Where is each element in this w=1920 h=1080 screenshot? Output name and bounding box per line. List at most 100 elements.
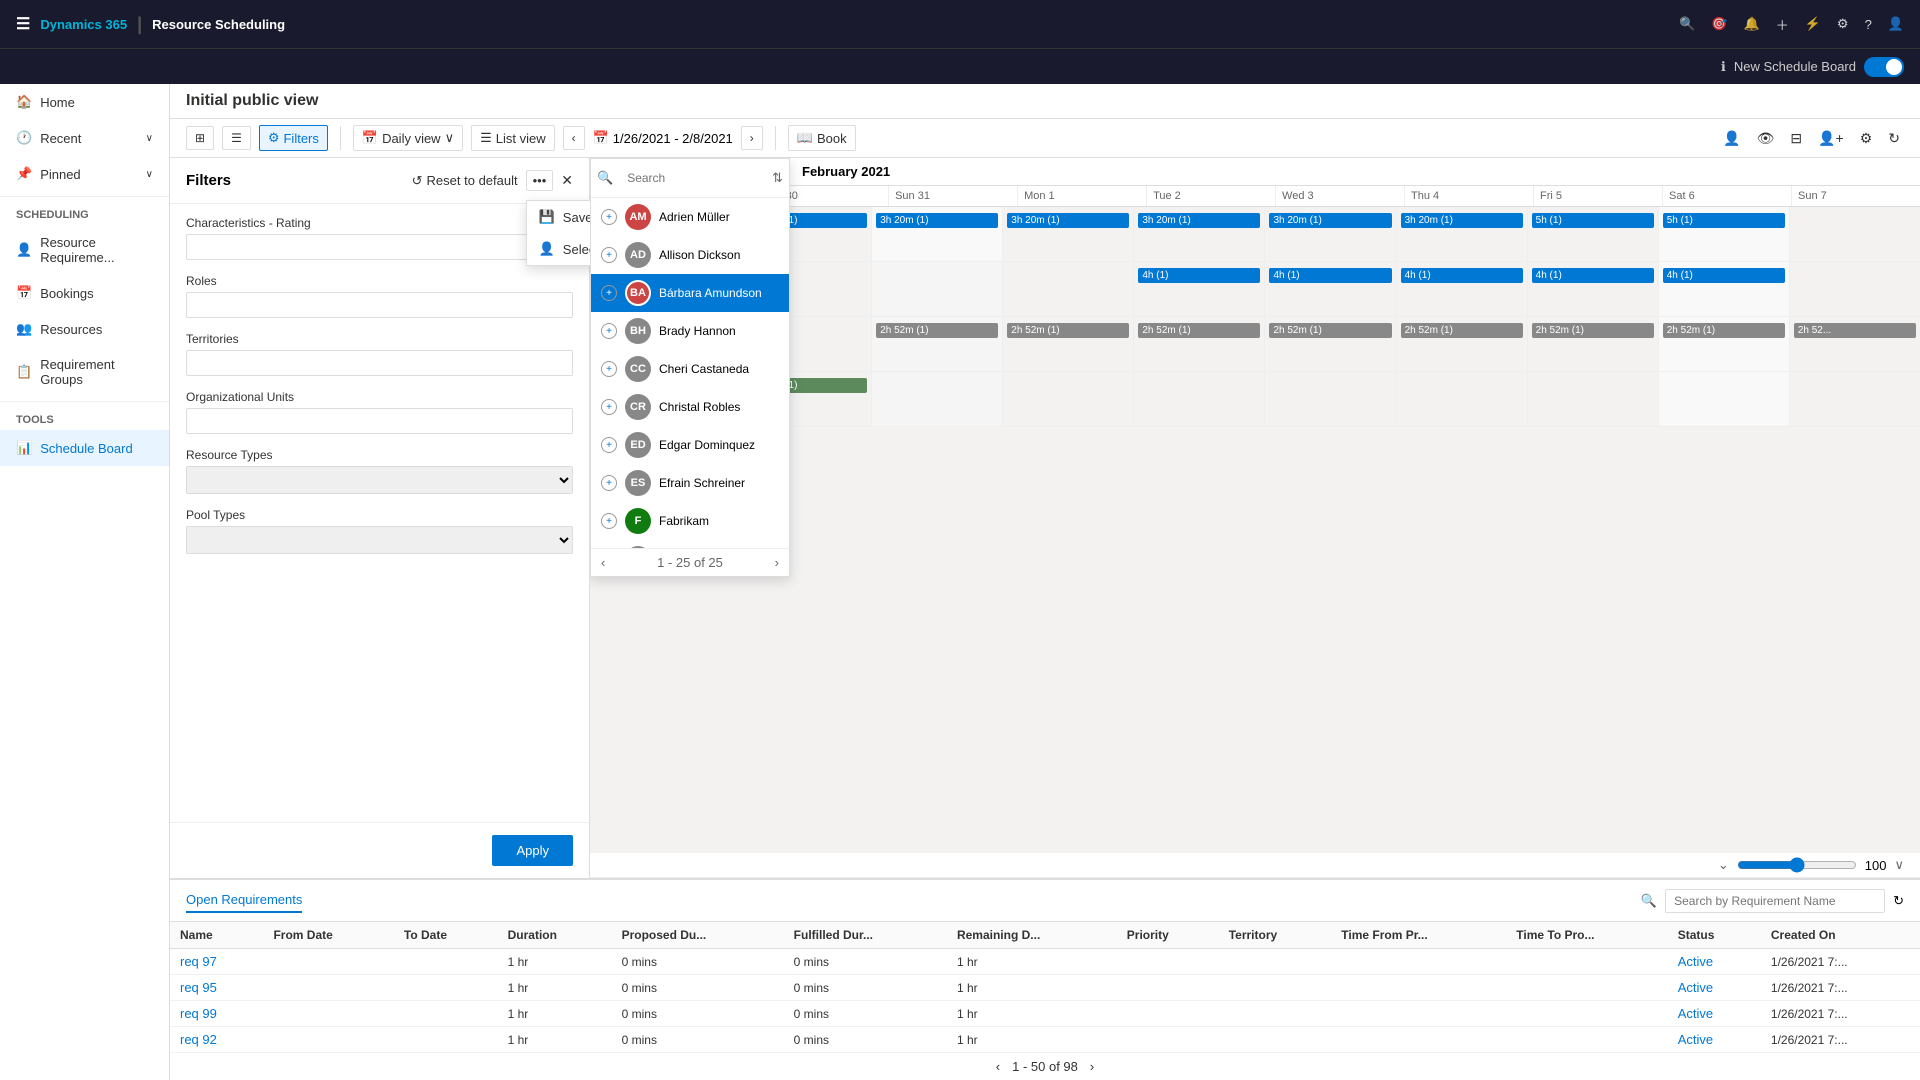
filters-button[interactable]: ⚙ Filters — [259, 125, 328, 151]
booking-block[interactable]: 2h 52m (1) — [1663, 323, 1785, 338]
booking-block[interactable]: 4h (1) — [1138, 268, 1260, 283]
sidebar-item-requirement-groups[interactable]: 📋 Requirement Groups — [0, 347, 169, 397]
org-units-input[interactable] — [186, 408, 573, 434]
requirement-name-link[interactable]: req 99 — [180, 1006, 217, 1021]
settings-icon[interactable]: ⚙ — [1837, 16, 1849, 32]
sidebar-item-schedule-board[interactable]: 📊 Schedule Board — [0, 430, 169, 466]
prev-date-button[interactable]: ‹ — [563, 126, 585, 150]
bell-icon[interactable]: 🔔 — [1744, 16, 1760, 32]
booking-block[interactable]: 2h 52m (1) — [1007, 323, 1129, 338]
open-requirements-tab[interactable]: Open Requirements — [186, 888, 302, 913]
daily-view-button[interactable]: 📅 Daily view ∨ — [353, 125, 463, 151]
roles-input[interactable] — [186, 292, 573, 318]
booking-block[interactable]: 5h (1) — [1532, 213, 1654, 228]
reset-to-default-button[interactable]: ↺ Reset to default — [412, 173, 518, 189]
sidebar-item-resource-requirements[interactable]: 👤 Resource Requireme... — [0, 225, 169, 275]
people-search-input[interactable] — [617, 163, 768, 193]
status-badge[interactable]: Active — [1678, 980, 1713, 995]
settings-board-button[interactable]: ⚙ — [1856, 126, 1877, 151]
booking-block[interactable]: 2h 52m (1) — [1401, 323, 1523, 338]
next-people-button[interactable]: › — [775, 555, 779, 570]
book-button[interactable]: 📖 Book — [788, 125, 856, 151]
add-person-icon: + — [601, 361, 617, 377]
prev-req-page-button[interactable]: ‹ — [996, 1059, 1000, 1074]
status-badge[interactable]: Active — [1678, 1006, 1713, 1021]
pool-types-select[interactable] — [186, 526, 573, 554]
cell-priority — [1117, 1001, 1219, 1027]
search-icon[interactable]: 🔍 — [1679, 16, 1695, 32]
people-item[interactable]: +CCCheri Castaneda — [591, 350, 789, 388]
status-badge[interactable]: Active — [1678, 1032, 1713, 1047]
refresh-requirements-button[interactable]: ↻ — [1893, 893, 1904, 909]
booking-block[interactable]: 2h 52m (1) — [1269, 323, 1391, 338]
list-icon-button[interactable]: ☰ — [222, 126, 251, 150]
day-col-31: Sun 31 — [889, 186, 1018, 206]
requirement-name-link[interactable]: req 97 — [180, 954, 217, 969]
sidebar-item-bookings[interactable]: 📅 Bookings — [0, 275, 169, 311]
refresh-board-button[interactable]: ↻ — [1884, 126, 1904, 151]
next-req-page-button[interactable]: › — [1090, 1059, 1094, 1074]
characteristics-input[interactable] — [186, 234, 573, 260]
person-add-button[interactable]: 👤+ — [1814, 126, 1848, 151]
more-options-button[interactable]: ••• — [526, 170, 554, 191]
close-filter-button[interactable]: ✕ — [561, 172, 573, 189]
status-badge[interactable]: Active — [1678, 954, 1713, 969]
resource-selector-button[interactable]: 👤 — [1719, 126, 1744, 151]
hamburger-icon[interactable]: ☰ — [16, 14, 30, 34]
sidebar-item-recent[interactable]: 🕐 Recent ∨ — [0, 120, 169, 156]
plus-icon[interactable]: ＋ — [1776, 15, 1789, 34]
sidebar-item-home[interactable]: 🏠 Home — [0, 84, 169, 120]
people-item[interactable]: +BHBrady Hannon — [591, 312, 789, 350]
booking-block[interactable]: 2h 52... — [1794, 323, 1916, 338]
prev-people-button[interactable]: ‹ — [601, 555, 605, 570]
booking-block[interactable]: 3h 20m (1) — [1269, 213, 1391, 228]
zoom-row: ⌄ 100 ∨ — [590, 853, 1920, 878]
filter-icon[interactable]: ⚡ — [1805, 16, 1821, 32]
user-icon[interactable]: 👤 — [1888, 16, 1904, 32]
col-fulfilled-dur: Fulfilled Dur... — [784, 922, 947, 949]
people-item[interactable]: +EDEdgar Dominquez — [591, 426, 789, 464]
people-item[interactable]: +JDJill David — [591, 540, 789, 548]
sidebar-item-resources[interactable]: 👥 Resources — [0, 311, 169, 347]
booking-block[interactable]: 2h 52m (1) — [1138, 323, 1260, 338]
cell-priority — [1117, 975, 1219, 1001]
grid-view-button[interactable]: ⊞ — [186, 126, 214, 150]
booking-block[interactable]: 3h 20m (1) — [876, 213, 998, 228]
target-icon[interactable]: 🎯 — [1711, 16, 1727, 32]
people-item[interactable]: +ESEfrain Schreiner — [591, 464, 789, 502]
territories-input[interactable] — [186, 350, 573, 376]
new-schedule-toggle-switch[interactable] — [1864, 57, 1904, 77]
collapse-icon[interactable]: ∨ — [1894, 857, 1904, 873]
col-duration: Duration — [498, 922, 612, 949]
booking-block[interactable]: 4h (1) — [1269, 268, 1391, 283]
resource-types-select[interactable] — [186, 466, 573, 494]
booking-block[interactable]: 4h (1) — [1401, 268, 1523, 283]
expand-icon[interactable]: ⌄ — [1718, 857, 1729, 873]
requirements-search-input[interactable] — [1665, 889, 1885, 913]
requirement-name-link[interactable]: req 95 — [180, 980, 217, 995]
booking-block[interactable]: 3h 20m (1) — [1138, 213, 1260, 228]
sidebar-item-pinned[interactable]: 📌 Pinned ∨ — [0, 156, 169, 192]
people-item[interactable]: +BABárbara Amundson — [591, 274, 789, 312]
booking-block[interactable]: 4h (1) — [1663, 268, 1785, 283]
filter-actions: ↺ Reset to default ••• 💾 Save as default — [412, 170, 573, 191]
booking-block[interactable]: 3h 20m (1) — [1401, 213, 1523, 228]
book-icon: 📖 — [797, 130, 813, 146]
zoom-slider[interactable] — [1737, 857, 1857, 873]
view-toggle-button[interactable]: 👁 — [1753, 126, 1779, 151]
booking-block[interactable]: 3h 20m (1) — [1007, 213, 1129, 228]
booking-block[interactable]: 5h (1) — [1663, 213, 1785, 228]
list-view-button[interactable]: ☰ List view — [471, 125, 555, 151]
booking-block[interactable]: 4h (1) — [1532, 268, 1654, 283]
people-item[interactable]: +AMAdrien Müller — [591, 198, 789, 236]
columns-button[interactable]: ⊟ — [1786, 126, 1806, 151]
help-icon[interactable]: ? — [1865, 17, 1872, 32]
next-date-button[interactable]: › — [741, 126, 763, 150]
apply-button[interactable]: Apply — [492, 835, 573, 866]
booking-block[interactable]: 2h 52m (1) — [876, 323, 998, 338]
people-item[interactable]: +CRChristal Robles — [591, 388, 789, 426]
people-item[interactable]: +ADAllison Dickson — [591, 236, 789, 274]
people-item[interactable]: +FFabrikam — [591, 502, 789, 540]
booking-block[interactable]: 2h 52m (1) — [1532, 323, 1654, 338]
requirement-name-link[interactable]: req 92 — [180, 1032, 217, 1047]
